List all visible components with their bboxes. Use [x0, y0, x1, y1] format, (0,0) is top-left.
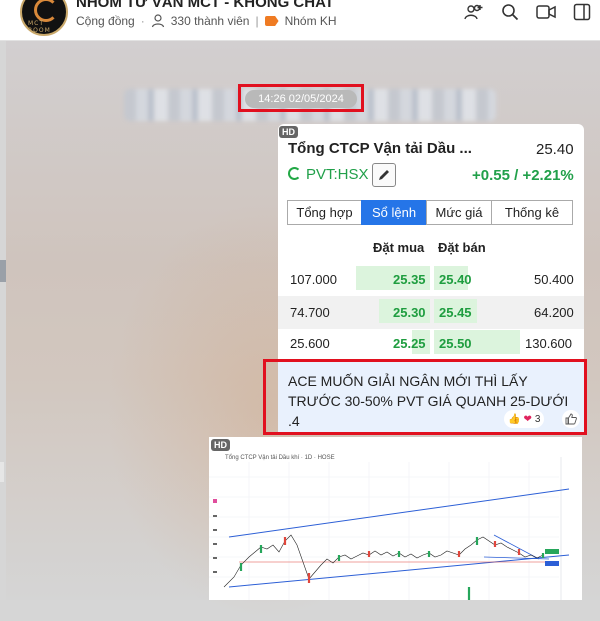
hd-badge: HD [279, 126, 298, 138]
tab-muc-gia[interactable]: Mức giá [426, 200, 492, 225]
video-camera-icon [536, 5, 556, 19]
orderbook-row: 74.700 25.30 25.45 64.200 [278, 296, 584, 329]
search-icon [502, 4, 519, 21]
logo-icon [34, 0, 58, 22]
bid-price: 25.30 [393, 305, 426, 320]
hd-badge: HD [211, 439, 230, 451]
stock-name: Tổng CTCP Vận tải Dầu ... [288, 140, 472, 157]
chart-title: Tổng CTCP Vận tải Dầu khí · 1D · HOSE [225, 455, 335, 461]
bid-volume: 107.000 [290, 272, 337, 287]
group-avatar[interactable]: MCT ROOM [20, 0, 68, 36]
tab-tong-hop[interactable]: Tổng hợp [287, 200, 362, 225]
reaction-count: 3 [534, 413, 541, 425]
reaction-summary[interactable]: 👍 ❤ 3 [504, 410, 545, 428]
orderbook-row: 107.000 25.35 25.40 50.400 [278, 263, 584, 296]
left-edge-handle[interactable] [0, 260, 6, 282]
tab-thong-ke[interactable]: Thống kê [491, 200, 573, 225]
col-header-ask: Đặt bán [438, 240, 486, 255]
add-reaction-button[interactable] [562, 410, 580, 428]
thumbs-up-icon: 👍 [508, 413, 521, 425]
member-count[interactable]: 330 thành viên [171, 14, 250, 28]
candlestick-chart [209, 437, 582, 600]
separator-dot: · [140, 14, 145, 28]
ask-price: 25.50 [439, 336, 472, 351]
sidebar-panel-icon [573, 3, 591, 21]
group-category: Cộng đồng [76, 14, 135, 28]
left-edge-strip [0, 462, 4, 482]
ask-price: 25.40 [439, 272, 472, 287]
refresh-icon [288, 167, 301, 180]
person-icon [151, 14, 164, 28]
sidebar-toggle-button[interactable] [572, 2, 592, 22]
pencil-icon [379, 170, 389, 180]
stock-price: 25.40 [536, 141, 574, 158]
bid-volume: 25.600 [290, 336, 330, 351]
group-title[interactable]: NHÓM TƯ VẤN MCT - KHÔNG CHAT [76, 0, 334, 11]
highlight-box-timestamp [238, 84, 364, 112]
add-member-icon [464, 4, 483, 20]
bid-price: 25.35 [393, 272, 426, 287]
avatar-logo-text: MCT ROOM [28, 20, 51, 34]
stock-ticker: PVT:HSX [306, 166, 369, 183]
bid-volume: 74.700 [290, 305, 330, 320]
tag-icon [264, 16, 279, 26]
group-meta: Cộng đồng · 330 thành viên | Nhóm KH [76, 14, 337, 28]
chart-image[interactable]: HD Tổng CTCP Vận tải Dầu khí · 1D · HOSE [209, 437, 582, 600]
chat-header: MCT ROOM NHÓM TƯ VẤN MCT - KHÔNG CHAT Cộ… [0, 0, 600, 41]
search-button[interactable] [500, 2, 520, 22]
stock-tabs: Tổng hợp Sổ lệnh Mức giá Thống kê [287, 200, 574, 225]
separator-bar: | [255, 14, 259, 28]
header-actions [464, 2, 592, 22]
edit-button[interactable] [372, 163, 396, 187]
ask-price: 25.45 [439, 305, 472, 320]
group-tag-label[interactable]: Nhóm KH [285, 14, 337, 28]
tab-so-lenh[interactable]: Sổ lệnh [361, 200, 427, 225]
like-outline-icon [565, 413, 577, 425]
orderbook-row: 25.600 25.25 25.50 130.600 [278, 327, 584, 360]
col-header-bid: Đặt mua [373, 240, 425, 255]
ask-volume: 50.400 [534, 272, 574, 287]
add-member-button[interactable] [464, 2, 484, 22]
ask-volume: 64.200 [534, 305, 574, 320]
video-call-button[interactable] [536, 2, 556, 22]
ask-volume: 130.600 [525, 336, 572, 351]
heart-icon: ❤ [523, 413, 532, 425]
bid-price: 25.25 [393, 336, 426, 351]
price-change: +0.55 / +2.21% [472, 167, 574, 184]
